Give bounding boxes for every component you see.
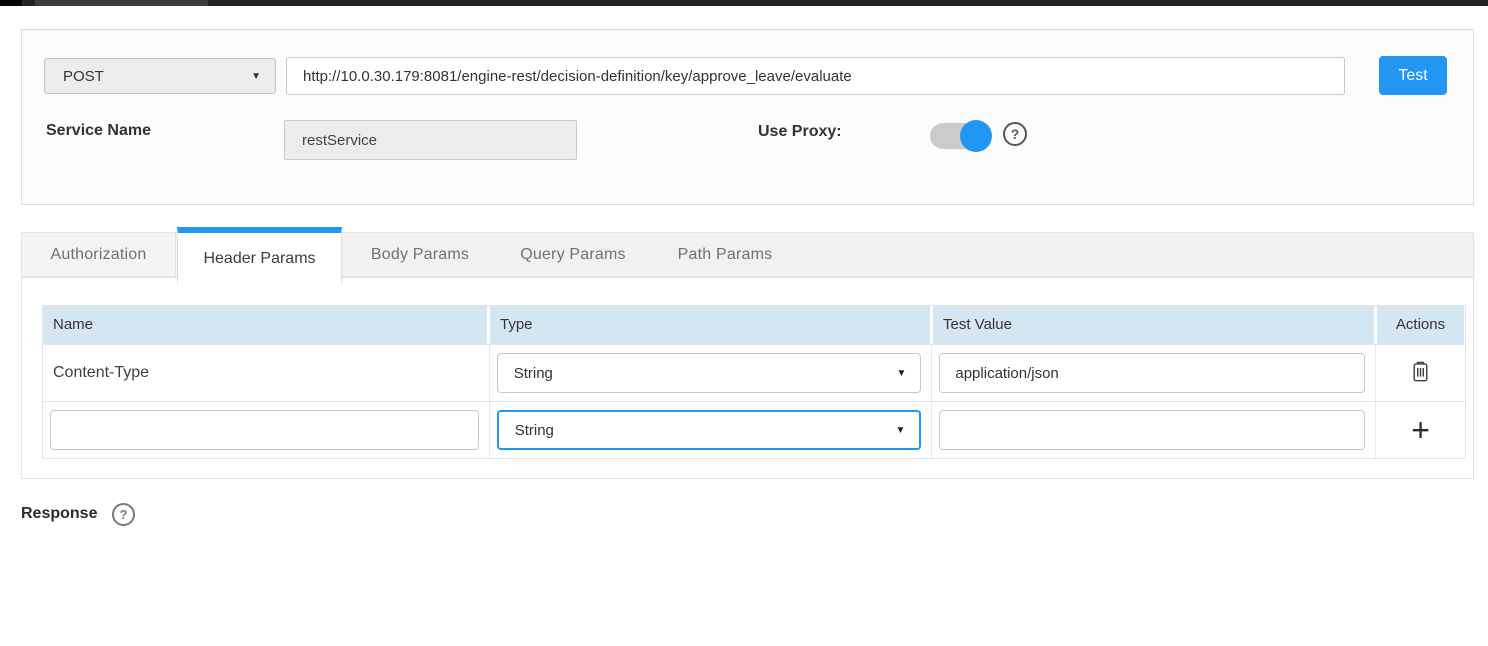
tab-authorization[interactable]: Authorization bbox=[22, 233, 176, 276]
use-proxy-label: Use Proxy: bbox=[758, 123, 842, 141]
request-panel: POST ▼ Test Service Name Use Proxy: ? bbox=[21, 29, 1474, 205]
chevron-down-icon: ▼ bbox=[896, 368, 906, 379]
trash-icon bbox=[1411, 361, 1430, 385]
top-bar-tab-segment bbox=[35, 0, 208, 6]
table-row: String ▼ + bbox=[43, 401, 1465, 458]
column-header-actions: Actions bbox=[1377, 306, 1464, 344]
window-top-bar bbox=[0, 0, 1488, 6]
param-type-select[interactable]: String ▼ bbox=[497, 410, 922, 450]
chevron-down-icon: ▼ bbox=[895, 425, 905, 436]
tab-header-params[interactable]: Header Params bbox=[177, 227, 342, 284]
plus-icon: + bbox=[1411, 414, 1430, 446]
param-name-value: Content-Type bbox=[43, 364, 149, 382]
url-input[interactable] bbox=[286, 57, 1345, 95]
tab-path-params[interactable]: Path Params bbox=[648, 233, 802, 276]
tab-content-panel: Name Type Test Value Actions Content-Typ… bbox=[21, 277, 1474, 479]
table-row: Content-Type String ▼ bbox=[43, 344, 1465, 401]
column-header-type: Type bbox=[490, 306, 933, 344]
param-type-select[interactable]: String ▼ bbox=[497, 353, 922, 393]
tab-body-params[interactable]: Body Params bbox=[340, 233, 500, 276]
toggle-knob bbox=[960, 120, 992, 152]
add-row-button[interactable]: + bbox=[1411, 414, 1430, 446]
proxy-help-icon[interactable]: ? bbox=[1003, 122, 1027, 146]
param-type-value: String bbox=[515, 422, 554, 439]
service-name-label: Service Name bbox=[46, 122, 151, 140]
chevron-down-icon: ▼ bbox=[251, 71, 261, 82]
param-test-value-input[interactable] bbox=[939, 353, 1365, 393]
http-method-value: POST bbox=[63, 68, 104, 85]
column-header-test-value: Test Value bbox=[933, 306, 1377, 344]
top-bar-corner bbox=[0, 0, 22, 6]
table-header-row: Name Type Test Value Actions bbox=[43, 306, 1465, 344]
header-params-table: Name Type Test Value Actions Content-Typ… bbox=[42, 305, 1466, 459]
response-help-icon[interactable]: ? bbox=[112, 503, 135, 526]
param-name-input[interactable] bbox=[50, 410, 479, 450]
param-test-value-input[interactable] bbox=[939, 410, 1365, 450]
column-header-name: Name bbox=[43, 306, 490, 344]
tab-query-params[interactable]: Query Params bbox=[490, 233, 656, 276]
param-type-value: String bbox=[514, 365, 553, 382]
test-button[interactable]: Test bbox=[1379, 56, 1447, 95]
use-proxy-toggle[interactable] bbox=[930, 120, 992, 152]
service-name-field[interactable] bbox=[284, 120, 577, 160]
params-tab-bar: Authorization Header Params Body Params … bbox=[21, 232, 1474, 277]
delete-row-button[interactable] bbox=[1411, 361, 1430, 385]
response-section-label: Response bbox=[21, 505, 97, 523]
http-method-select[interactable]: POST ▼ bbox=[44, 58, 276, 94]
